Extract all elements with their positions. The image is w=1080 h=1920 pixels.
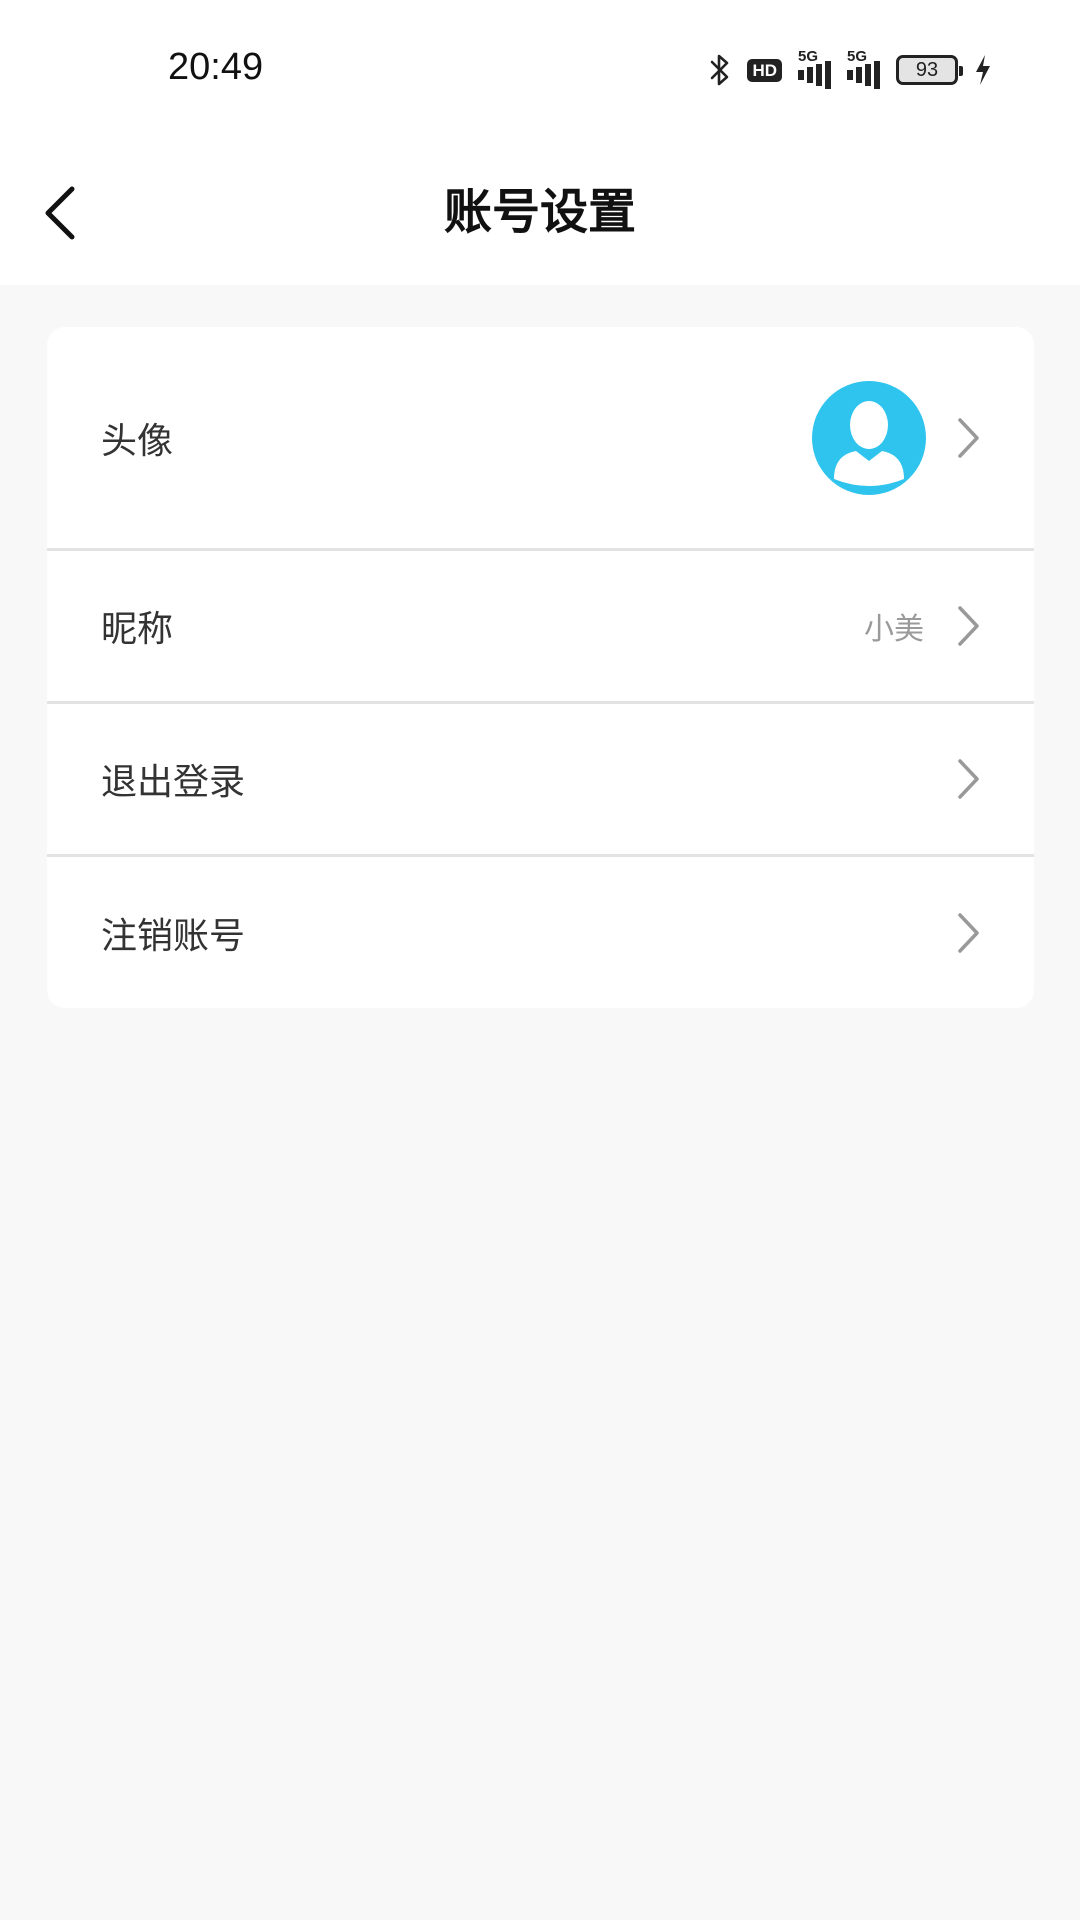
hd-icon: HD [747, 58, 782, 82]
nickname-value: 小美 [864, 612, 924, 647]
chevron-right-icon [954, 757, 982, 801]
row-label: 注销账号 [101, 915, 246, 957]
row-label: 退出登录 [101, 762, 246, 803]
network-type-label: 5G [847, 48, 868, 65]
settings-row-delete-account[interactable]: 注销账号 [47, 857, 1034, 1008]
account-settings-page: 20:49 HD 5G 5G 93 账号设置 头像 昵称 小美 退出登录 注销账… [0, 0, 1080, 1920]
settings-row-avatar[interactable]: 头像 [47, 327, 1034, 551]
settings-card: 头像 昵称 小美 退出登录 注销账号 [47, 327, 1034, 1008]
battery-icon: 93 [896, 55, 963, 85]
status-icons: HD 5G 5G 93 [709, 48, 992, 92]
page-title: 账号设置 [443, 184, 636, 240]
status-time: 20:49 [168, 46, 264, 88]
user-silhouette-icon [834, 400, 904, 486]
settings-row-nickname[interactable]: 昵称 小美 [47, 551, 1034, 704]
charging-icon [974, 54, 992, 86]
signal-5g-icon: 5G [847, 48, 880, 89]
row-label: 头像 [101, 420, 174, 462]
chevron-right-icon [954, 604, 982, 648]
avatar [812, 380, 926, 495]
header-bar: 账号设置 [0, 140, 1080, 285]
bluetooth-icon [709, 53, 731, 87]
chevron-right-icon [954, 911, 982, 955]
status-bar: 20:49 HD 5G 5G 93 [0, 0, 1080, 140]
battery-level: 93 [915, 58, 939, 81]
network-type-label: 5G [798, 48, 819, 65]
settings-row-logout[interactable]: 退出登录 [47, 704, 1034, 857]
chevron-right-icon [954, 416, 982, 460]
signal-5g-icon: 5G [798, 48, 831, 89]
row-label: 昵称 [101, 609, 174, 650]
